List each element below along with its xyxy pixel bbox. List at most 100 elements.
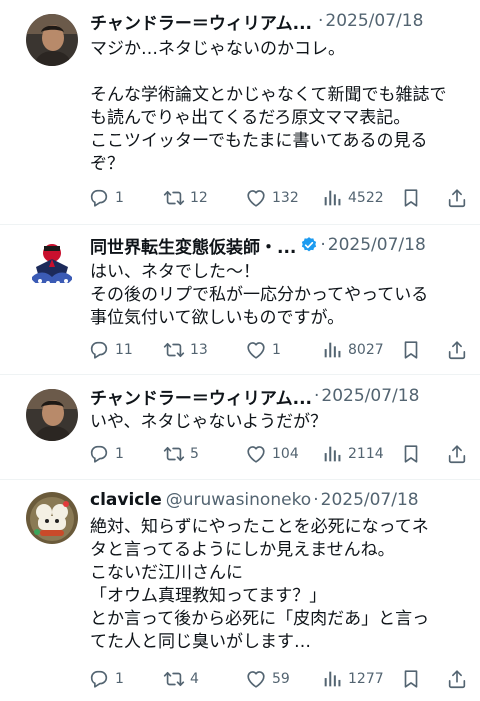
retweet-icon <box>163 339 185 361</box>
reply-icon <box>88 339 110 361</box>
retweet-button[interactable]: 5 <box>163 442 199 466</box>
share-button[interactable] <box>446 338 468 362</box>
separator-dot: · <box>320 235 326 255</box>
reply-button[interactable]: 1 <box>88 186 124 210</box>
avatar[interactable] <box>26 492 78 544</box>
tweet-text-line: てた人と同じ臭いがします… <box>90 632 311 652</box>
tweet-text-line: その後のリプで私が一応分かってやっている <box>90 285 429 305</box>
like-button[interactable]: 59 <box>245 667 290 691</box>
tweet-text-line: 絶対、知らずにやったことを必死になってネ <box>90 517 429 537</box>
separator-dot: · <box>318 11 324 31</box>
share-button[interactable] <box>446 186 468 210</box>
retweet-button[interactable]: 4 <box>163 667 199 691</box>
tweet-text: はい、ネタでした～！ その後のリプで私が一応分かってやっている 事位気付いて欲し… <box>90 261 468 330</box>
tweet-text: いや、ネタじゃないようだが？ <box>90 411 468 434</box>
display-name[interactable]: チャンドラー＝ウィリアム... <box>90 384 312 409</box>
retweet-count: 12 <box>190 190 208 206</box>
tweet-text-line <box>90 61 468 84</box>
separator-dot: · <box>314 386 320 406</box>
timestamp[interactable]: 2025/07/18 <box>328 235 426 255</box>
tweet-text-line: ここツイッターでもたまに書いてあるの見る <box>90 131 428 151</box>
tweet[interactable]: clavicle @uruwasinoneko · 2025/07/18 絶対、… <box>0 480 480 701</box>
views-icon <box>321 668 343 690</box>
reply-icon <box>88 443 110 465</box>
tweet-text-line: いや、ネタじゃないようだが？ <box>90 412 328 432</box>
retweet-icon <box>163 668 185 690</box>
tweet-text-line: マジか…ネタじゃないのかコレ。 <box>90 39 345 59</box>
tweet-text-line: はい、ネタでした～！ <box>90 262 260 282</box>
retweet-count: 4 <box>190 671 199 687</box>
view-count: 4522 <box>348 190 384 206</box>
tweet-text-line: そんな学術論文とかじゃなくて新聞でも雑誌で <box>90 85 447 105</box>
tweet-text-line: とか言って後から必死に「皮肉だあ」と言っ <box>90 609 430 629</box>
bookmark-icon <box>400 668 422 690</box>
avatar[interactable] <box>26 237 78 289</box>
avatar[interactable] <box>26 14 78 66</box>
tweet[interactable]: チャンドラー＝ウィリアム... · 2025/07/18 いや、ネタじゃないよう… <box>0 375 480 480</box>
tweet-text-line: 事位気付いて欲しいものですが。 <box>90 308 345 328</box>
retweet-button[interactable]: 12 <box>163 186 208 210</box>
bookmark-icon <box>400 187 422 209</box>
views-icon <box>321 443 343 465</box>
tweet-text: 絶対、知らずにやったことを必死になってネ タと言ってるようにしか見えませんね。 … <box>90 516 468 654</box>
reply-count: 1 <box>115 190 124 206</box>
bookmark-button[interactable] <box>400 442 422 466</box>
reply-count: 1 <box>115 446 124 462</box>
tweet-text: マジか…ネタじゃないのかコレ。 そんな学術論文とかじゃなくて新聞でも雑誌で も読… <box>90 38 468 176</box>
display-name[interactable]: チャンドラー＝ウィリアム... <box>90 9 312 34</box>
like-icon <box>245 668 267 690</box>
display-name[interactable]: clavicle <box>90 490 162 510</box>
views-button[interactable]: 8027 <box>321 338 384 362</box>
share-button[interactable] <box>446 442 468 466</box>
timestamp[interactable]: 2025/07/18 <box>321 490 419 510</box>
tweet[interactable]: 同世界転生変態仮装師・... · 2025/07/18 はい、ネタでした～！ そ… <box>0 225 480 375</box>
like-count: 104 <box>272 446 299 462</box>
like-icon <box>245 339 267 361</box>
reply-icon <box>88 187 110 209</box>
retweet-icon <box>163 443 185 465</box>
share-icon <box>446 187 468 209</box>
tweet-text-line: も読んでりゃ出てくるだろ原文ママ表記。 <box>90 108 411 128</box>
views-button[interactable]: 4522 <box>321 186 384 210</box>
reply-icon <box>88 668 110 690</box>
retweet-button[interactable]: 13 <box>163 338 208 362</box>
like-icon <box>245 187 267 209</box>
like-button[interactable]: 1 <box>245 338 281 362</box>
share-icon <box>446 668 468 690</box>
bookmark-icon <box>400 443 422 465</box>
tweet[interactable]: チャンドラー＝ウィリアム... · 2025/07/18 マジか…ネタじゃないの… <box>0 0 480 225</box>
share-icon <box>446 339 468 361</box>
views-button[interactable]: 2114 <box>321 442 384 466</box>
views-icon <box>321 187 343 209</box>
tweet-text-line: こないだ江川さんに <box>90 563 243 583</box>
view-count: 2114 <box>348 446 384 462</box>
separator-dot: · <box>313 490 319 510</box>
like-button[interactable]: 132 <box>245 186 299 210</box>
views-button[interactable]: 1277 <box>321 667 384 691</box>
reply-button[interactable]: 1 <box>88 442 124 466</box>
tweet-text-line: タと言ってるようにしか見えませんね。 <box>90 540 395 560</box>
like-count: 132 <box>272 190 299 206</box>
bookmark-button[interactable] <box>400 338 422 362</box>
bookmark-button[interactable] <box>400 667 422 691</box>
retweet-icon <box>163 187 185 209</box>
reply-button[interactable]: 1 <box>88 667 124 691</box>
like-button[interactable]: 104 <box>245 442 299 466</box>
view-count: 8027 <box>348 342 384 358</box>
bookmark-icon <box>400 339 422 361</box>
views-icon <box>321 339 343 361</box>
share-button[interactable] <box>446 667 468 691</box>
like-count: 59 <box>272 671 290 687</box>
tweet-text-line: ぞ？ <box>90 154 124 174</box>
like-count: 1 <box>272 342 281 358</box>
view-count: 1277 <box>348 671 384 687</box>
reply-count: 11 <box>115 342 133 358</box>
bookmark-button[interactable] <box>400 186 422 210</box>
avatar[interactable] <box>26 389 78 441</box>
reply-button[interactable]: 11 <box>88 338 133 362</box>
user-handle[interactable]: @uruwasinoneko <box>166 490 312 510</box>
retweet-count: 13 <box>190 342 208 358</box>
display-name[interactable]: 同世界転生変態仮装師・... <box>90 233 296 258</box>
timestamp[interactable]: 2025/07/18 <box>321 386 419 406</box>
timestamp[interactable]: 2025/07/18 <box>325 11 423 31</box>
